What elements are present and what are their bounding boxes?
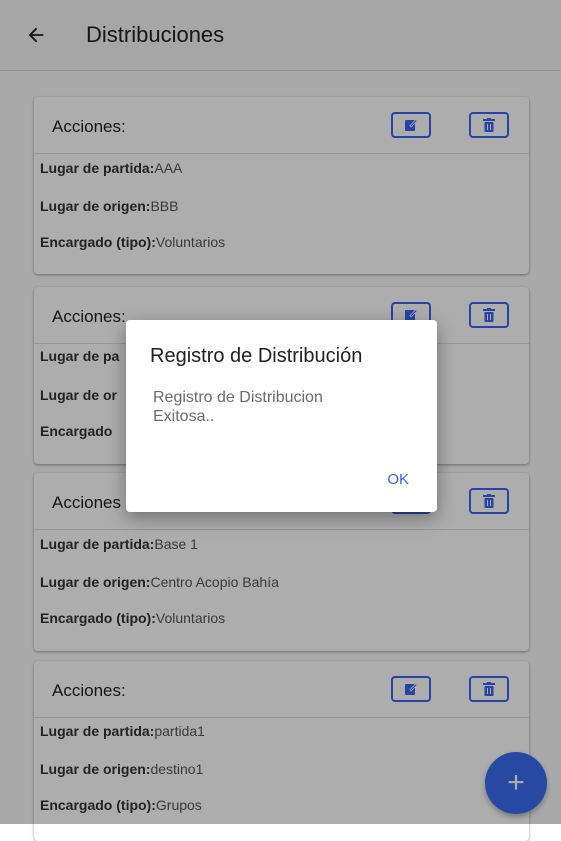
ok-button[interactable]: OK bbox=[387, 471, 409, 488]
app-screen: Distribuciones Acciones: Lugar de partid… bbox=[0, 0, 561, 841]
dialog-message: Registro de Distribucion Exitosa.. bbox=[153, 389, 323, 425]
dialog-title: Registro de Distribución bbox=[150, 345, 363, 367]
success-dialog: Registro de Distribución Registro de Dis… bbox=[126, 320, 437, 512]
